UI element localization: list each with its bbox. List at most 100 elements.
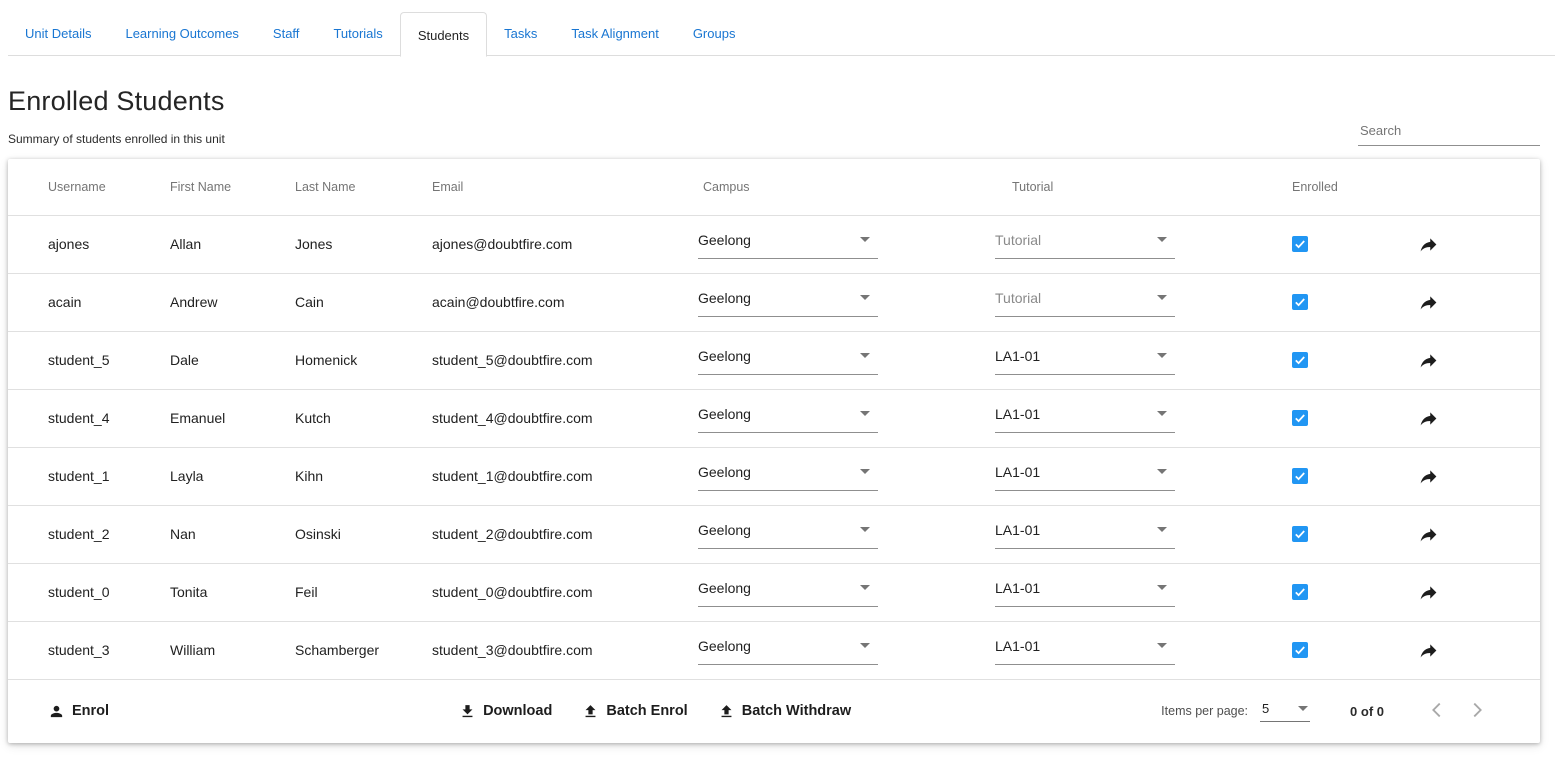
tab-staff[interactable]: Staff bbox=[256, 11, 317, 56]
campus-select-value: Geelong bbox=[698, 580, 751, 596]
batch-enrol-button-label: Batch Enrol bbox=[606, 703, 687, 719]
chevron-down-icon bbox=[860, 585, 870, 590]
withdraw-forward-button[interactable] bbox=[1418, 582, 1439, 603]
cell-actions bbox=[1398, 621, 1540, 679]
enrolled-checkbox[interactable] bbox=[1292, 584, 1308, 600]
page-header: Enrolled Students Summary of students en… bbox=[8, 86, 1540, 146]
tutorial-select[interactable]: LA1-01 bbox=[995, 404, 1175, 433]
chevron-down-icon bbox=[1157, 527, 1167, 532]
cell-username: student_4 bbox=[8, 389, 170, 447]
campus-select[interactable]: Geelong bbox=[698, 636, 878, 665]
page-subtitle: Summary of students enrolled in this uni… bbox=[8, 132, 225, 146]
withdraw-forward-button[interactable] bbox=[1418, 640, 1439, 661]
withdraw-forward-button[interactable] bbox=[1418, 524, 1439, 545]
cell-tutorial: LA1-01 bbox=[995, 331, 1292, 389]
students-table: Username First Name Last Name Email Camp… bbox=[8, 159, 1540, 680]
chevron-down-icon bbox=[1157, 353, 1167, 358]
cell-first-name: William bbox=[170, 621, 295, 679]
column-header-tutorial: Tutorial bbox=[995, 159, 1292, 215]
tutorial-select-value: LA1-01 bbox=[995, 406, 1040, 422]
tab-learning-outcomes[interactable]: Learning Outcomes bbox=[108, 11, 255, 56]
withdraw-forward-button[interactable] bbox=[1418, 234, 1439, 255]
withdraw-forward-button[interactable] bbox=[1418, 408, 1439, 429]
items-per-page-select[interactable]: 5 bbox=[1260, 701, 1310, 722]
tutorial-select-value: Tutorial bbox=[995, 232, 1041, 248]
table-row: ajones Allan Jones ajones@doubtfire.com … bbox=[8, 215, 1540, 273]
tutorial-select[interactable]: LA1-01 bbox=[995, 462, 1175, 491]
campus-select-value: Geelong bbox=[698, 522, 751, 538]
check-icon bbox=[1293, 527, 1307, 541]
campus-select[interactable]: Geelong bbox=[698, 346, 878, 375]
check-icon bbox=[1293, 411, 1307, 425]
enrol-button[interactable]: Enrol bbox=[48, 703, 109, 720]
campus-select[interactable]: Geelong bbox=[698, 578, 878, 607]
cell-first-name: Layla bbox=[170, 447, 295, 505]
tab-students[interactable]: Students bbox=[400, 12, 487, 57]
enrolled-checkbox[interactable] bbox=[1292, 526, 1308, 542]
tutorial-select[interactable]: LA1-01 bbox=[995, 578, 1175, 607]
withdraw-forward-button[interactable] bbox=[1418, 466, 1439, 487]
enrolled-checkbox[interactable] bbox=[1292, 468, 1308, 484]
cell-last-name: Schamberger bbox=[295, 621, 432, 679]
cell-actions bbox=[1398, 447, 1540, 505]
campus-select[interactable]: Geelong bbox=[698, 288, 878, 317]
cell-last-name: Kihn bbox=[295, 447, 432, 505]
cell-username: ajones bbox=[8, 215, 170, 273]
campus-select[interactable]: Geelong bbox=[698, 230, 878, 259]
tutorial-select[interactable]: LA1-01 bbox=[995, 636, 1175, 665]
cell-campus: Geelong bbox=[698, 621, 995, 679]
enrolled-checkbox[interactable] bbox=[1292, 294, 1308, 310]
tutorial-select[interactable]: LA1-01 bbox=[995, 520, 1175, 549]
campus-select[interactable]: Geelong bbox=[698, 520, 878, 549]
batch-enrol-button[interactable]: Batch Enrol bbox=[582, 703, 687, 720]
chevron-down-icon bbox=[1298, 706, 1308, 711]
tutorial-select[interactable]: Tutorial bbox=[995, 230, 1175, 259]
withdraw-forward-button[interactable] bbox=[1418, 350, 1439, 371]
column-header-campus: Campus bbox=[698, 159, 995, 215]
cell-actions bbox=[1398, 273, 1540, 331]
cell-last-name: Homenick bbox=[295, 331, 432, 389]
tab-groups[interactable]: Groups bbox=[676, 11, 753, 56]
page-title: Enrolled Students bbox=[8, 86, 225, 117]
chevron-left-icon bbox=[1426, 699, 1448, 721]
enrolled-checkbox[interactable] bbox=[1292, 642, 1308, 658]
previous-page-button[interactable] bbox=[1426, 699, 1448, 724]
cell-email: ajones@doubtfire.com bbox=[432, 215, 698, 273]
cell-enrolled bbox=[1292, 389, 1398, 447]
chevron-down-icon bbox=[860, 237, 870, 242]
cell-username: student_5 bbox=[8, 331, 170, 389]
next-page-button[interactable] bbox=[1466, 699, 1488, 724]
enrolled-checkbox[interactable] bbox=[1292, 236, 1308, 252]
batch-withdraw-button[interactable]: Batch Withdraw bbox=[718, 703, 851, 720]
tab-unit-details[interactable]: Unit Details bbox=[8, 11, 108, 56]
table-row: student_2 Nan Osinski student_2@doubtfir… bbox=[8, 505, 1540, 563]
tutorial-select[interactable]: LA1-01 bbox=[995, 346, 1175, 375]
tab-tasks[interactable]: Tasks bbox=[487, 11, 554, 56]
download-button[interactable]: Download bbox=[459, 703, 552, 720]
tab-tutorials[interactable]: Tutorials bbox=[316, 11, 399, 56]
cell-first-name: Tonita bbox=[170, 563, 295, 621]
cell-campus: Geelong bbox=[698, 273, 995, 331]
campus-select[interactable]: Geelong bbox=[698, 462, 878, 491]
cell-username: student_0 bbox=[8, 563, 170, 621]
campus-select[interactable]: Geelong bbox=[698, 404, 878, 433]
tab-bar: Unit DetailsLearning OutcomesStaffTutori… bbox=[0, 0, 1555, 56]
chevron-down-icon bbox=[1157, 585, 1167, 590]
search-input[interactable] bbox=[1358, 121, 1540, 146]
tab-task-alignment[interactable]: Task Alignment bbox=[554, 11, 675, 56]
column-header-username: Username bbox=[8, 159, 170, 215]
withdraw-forward-button[interactable] bbox=[1418, 292, 1439, 313]
paginator: Items per page: 5 0 of 0 bbox=[1161, 699, 1540, 724]
batch-withdraw-button-label: Batch Withdraw bbox=[742, 703, 851, 719]
enrolled-checkbox[interactable] bbox=[1292, 352, 1308, 368]
enrol-button-label: Enrol bbox=[72, 703, 109, 719]
person-icon bbox=[48, 703, 65, 720]
forward-arrow-icon bbox=[1418, 234, 1439, 255]
enrolled-checkbox[interactable] bbox=[1292, 410, 1308, 426]
check-icon bbox=[1293, 353, 1307, 367]
cell-email: student_4@doubtfire.com bbox=[432, 389, 698, 447]
cell-username: student_3 bbox=[8, 621, 170, 679]
search-box bbox=[1358, 121, 1540, 146]
tutorial-select[interactable]: Tutorial bbox=[995, 288, 1175, 317]
cell-enrolled bbox=[1292, 563, 1398, 621]
